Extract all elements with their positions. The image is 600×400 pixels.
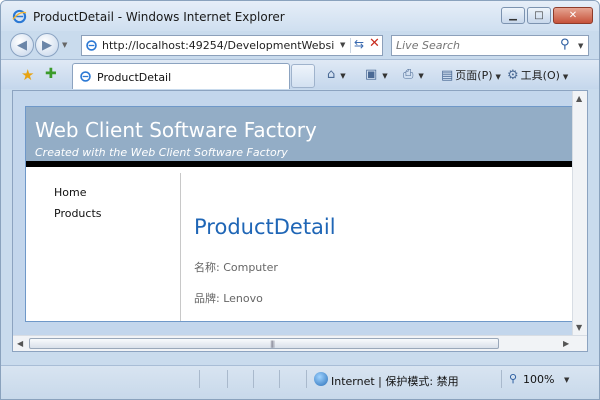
ie-page-icon: [80, 71, 91, 82]
site-nav: Home Products: [26, 173, 181, 321]
scroll-down-icon[interactable]: ▼: [576, 323, 582, 332]
tab-label: ProductDetail: [97, 71, 172, 84]
new-tab-button[interactable]: [291, 64, 315, 88]
field-brand: 品牌: Lenovo: [194, 292, 263, 305]
ie-page-icon: [86, 40, 97, 51]
site-banner: Web Client Software Factory Created with…: [26, 107, 576, 167]
back-arrow-icon: ◀: [17, 37, 27, 53]
back-button[interactable]: ◀: [10, 33, 34, 57]
page-menu[interactable]: ▤ 页面(P) ▼: [441, 67, 501, 83]
address-bar[interactable]: http://localhost:49254/DevelopmentWebsit…: [81, 35, 383, 56]
scroll-right-icon[interactable]: ▶: [563, 339, 569, 348]
window-controls: ▁ □ ✕: [501, 7, 593, 24]
chevron-down-icon: ▼: [340, 72, 346, 80]
print-button[interactable]: ⎙ ▼: [403, 67, 424, 82]
grip-icon: |||: [270, 340, 275, 348]
divider: [501, 370, 502, 388]
status-bar: Internet | 保护模式: 禁用 ⚲ 100% ▼: [1, 365, 599, 399]
gear-icon: ⚙: [507, 68, 519, 83]
chevron-down-icon: ▼: [495, 73, 501, 81]
close-button[interactable]: ✕: [553, 7, 593, 24]
tab-productdetail[interactable]: ProductDetail: [72, 63, 290, 89]
minimize-button[interactable]: ▁: [501, 7, 525, 24]
nav-link-home[interactable]: Home: [54, 186, 86, 199]
add-favorite-icon[interactable]: ✚: [45, 66, 57, 82]
site-subtitle: Created with the Web Client Software Fac…: [35, 146, 288, 159]
title-bar: ProductDetail - Windows Internet Explore…: [1, 1, 599, 31]
divider: [350, 38, 351, 53]
zoom-dropdown-icon[interactable]: ▼: [564, 376, 569, 384]
recent-pages-dropdown[interactable]: ▼: [62, 41, 67, 49]
tab-row: ★ ✚ ProductDetail ⌂ ▼ ▣ ▼ ⎙ ▼ ▤ 页面(P) ▼ ⚙ 工具(O…: [1, 59, 599, 89]
page-menu-label: 页面(P): [455, 69, 493, 82]
search-box[interactable]: ⚲ ▼: [391, 35, 589, 56]
tools-menu-label: 工具(O): [520, 69, 560, 82]
globe-icon: [314, 372, 328, 386]
maximize-button[interactable]: □: [527, 7, 551, 24]
address-row: ◀ ▶ ▼ http://localhost:49254/Development…: [1, 31, 599, 59]
security-zone[interactable]: Internet | 保护模式: 禁用: [331, 373, 459, 389]
web-page: Web Client Software Factory Created with…: [13, 91, 576, 335]
browser-window: ProductDetail - Windows Internet Explore…: [0, 0, 600, 400]
forward-arrow-icon: ▶: [42, 37, 52, 53]
main-content: ProductDetail 名称: Computer 品牌: Lenovo: [194, 173, 574, 321]
address-dropdown-icon[interactable]: ▼: [340, 41, 345, 49]
url-text[interactable]: http://localhost:49254/DevelopmentWebsit…: [102, 39, 334, 52]
ie-icon: [12, 9, 27, 24]
nav-link-products[interactable]: Products: [54, 207, 102, 220]
feeds-button[interactable]: ▣ ▼: [365, 67, 388, 82]
scroll-up-icon[interactable]: ▲: [576, 94, 582, 103]
site-title: Web Client Software Factory: [35, 118, 317, 142]
field-name: 名称: Computer: [194, 261, 278, 274]
page-icon: ▤: [441, 68, 454, 83]
chevron-down-icon: ▼: [418, 72, 424, 80]
divider: [199, 370, 200, 388]
rss-icon: ▣: [365, 67, 378, 82]
forward-button[interactable]: ▶: [35, 33, 59, 57]
zoom-level[interactable]: 100%: [523, 373, 554, 386]
home-button[interactable]: ⌂ ▼: [327, 67, 346, 82]
magnifier-icon[interactable]: ⚲: [560, 37, 570, 52]
divider: [306, 370, 307, 388]
home-icon: ⌂: [327, 67, 336, 82]
star-icon[interactable]: ★: [21, 66, 34, 84]
chevron-down-icon: ▼: [562, 73, 569, 81]
site-container: Web Client Software Factory Created with…: [25, 106, 576, 322]
divider: [227, 370, 228, 388]
page-heading: ProductDetail: [194, 215, 336, 239]
search-input[interactable]: [396, 38, 546, 53]
search-dropdown-icon[interactable]: ▼: [578, 42, 583, 50]
zoom-icon[interactable]: ⚲: [509, 372, 517, 385]
printer-icon: ⎙: [403, 67, 414, 82]
divider: [279, 370, 280, 388]
stop-icon[interactable]: ✕: [369, 36, 380, 51]
window-title: ProductDetail - Windows Internet Explore…: [33, 10, 285, 24]
content-viewport: Web Client Software Factory Created with…: [12, 90, 588, 352]
scroll-left-icon[interactable]: ◀: [17, 339, 23, 348]
refresh-icon[interactable]: ⇆: [354, 37, 364, 51]
horizontal-scrollbar[interactable]: ◀ ||| ▶: [13, 335, 587, 351]
chevron-down-icon: ▼: [382, 72, 388, 80]
scroll-thumb[interactable]: |||: [29, 338, 499, 349]
tools-menu[interactable]: ⚙ 工具(O) ▼: [507, 67, 568, 83]
vertical-scrollbar[interactable]: ▲ ▼: [572, 91, 587, 336]
divider: [253, 370, 254, 388]
